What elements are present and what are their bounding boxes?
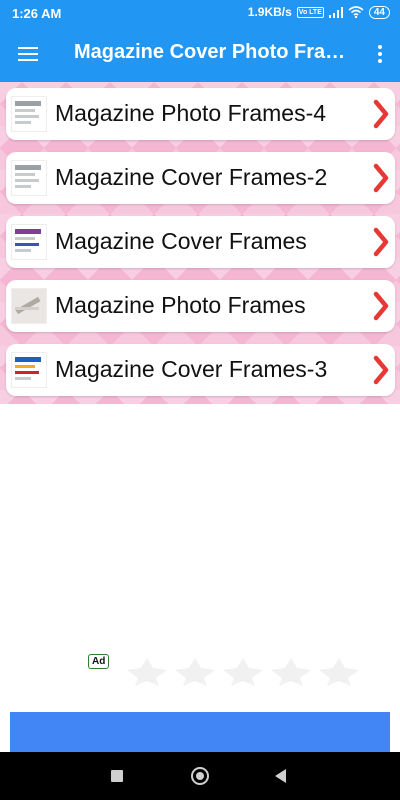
hamburger-menu-icon [18, 47, 38, 61]
frame-thumbnail [11, 288, 47, 324]
list-item[interactable]: Magazine Cover Frames [6, 216, 395, 268]
overflow-menu-button[interactable] [372, 40, 388, 68]
frame-thumbnail [11, 160, 47, 196]
app-title: Magazine Cover Photo Frames [74, 41, 352, 63]
chevron-right-icon [373, 355, 389, 385]
list-item[interactable]: Magazine Photo Frames-4 [6, 88, 395, 140]
status-time: 1:26 AM [12, 6, 62, 21]
home-icon[interactable] [191, 767, 209, 785]
signal-icon [328, 6, 343, 18]
more-vert-icon [378, 45, 382, 63]
ad-badge: Ad [88, 654, 110, 669]
list-item[interactable]: Magazine Cover Frames-3 [6, 344, 395, 396]
list-item-label: Magazine Photo Frames-4 [55, 100, 327, 126]
menu-button[interactable] [14, 40, 42, 68]
list-item-label: Magazine Cover Frames-3 [55, 356, 328, 382]
system-nav-bar [0, 752, 400, 800]
status-indicators: 1.9KB/s Vo LTE 44 [248, 5, 390, 19]
list-item[interactable]: Magazine Photo Frames [6, 280, 395, 332]
frame-list: Magazine Photo Frames-4 Magazine Cover F… [0, 82, 400, 404]
list-item[interactable]: Magazine Cover Frames-2 [6, 152, 395, 204]
back-icon[interactable] [275, 769, 286, 783]
star-icon [175, 658, 215, 686]
wifi-icon [348, 6, 364, 18]
list-item-label: Magazine Photo Frames [55, 292, 306, 318]
status-bar: 1:26 AM 1.9KB/s Vo LTE 44 [0, 0, 400, 26]
frame-thumbnail [11, 96, 47, 132]
rating-stars [125, 656, 361, 686]
frame-thumbnail [11, 352, 47, 388]
star-icon [223, 658, 263, 686]
battery-indicator: 44 [368, 5, 390, 19]
star-icon [127, 658, 167, 686]
list-item-label: Magazine Cover Frames-2 [55, 164, 328, 190]
volte-badge: Vo LTE [296, 6, 324, 18]
chevron-right-icon [373, 291, 389, 321]
chevron-right-icon [373, 163, 389, 193]
star-icon [271, 658, 311, 686]
frame-thumbnail [11, 224, 47, 260]
chevron-right-icon [373, 227, 389, 257]
network-speed: 1.9KB/s [247, 5, 292, 19]
ad-area: Ad [0, 404, 400, 752]
star-icon [319, 658, 359, 686]
app-bar: Magazine Cover Photo Frames [0, 26, 400, 82]
recents-icon[interactable] [111, 770, 123, 782]
ad-cta-button[interactable] [10, 712, 390, 752]
chevron-right-icon [373, 99, 389, 129]
list-item-label: Magazine Cover Frames [55, 228, 307, 254]
